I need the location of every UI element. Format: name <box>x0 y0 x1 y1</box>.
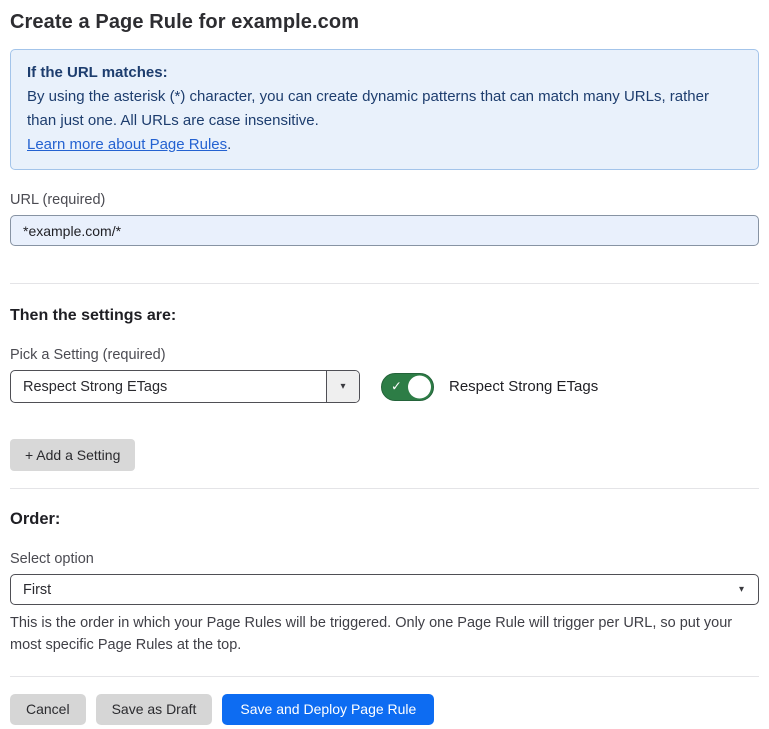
setting-toggle-label: Respect Strong ETags <box>449 378 598 395</box>
info-box-heading: If the URL matches: <box>27 61 742 85</box>
info-box-link-line: Learn more about Page Rules. <box>27 133 742 157</box>
setting-select[interactable]: Respect Strong ETags ▾ <box>10 370 360 403</box>
order-select[interactable]: First ▾ <box>10 574 759 605</box>
url-field-label: URL (required) <box>10 192 759 208</box>
info-box-body: By using the asterisk (*) character, you… <box>27 85 742 133</box>
order-select-label: Select option <box>10 551 759 567</box>
pick-setting-label: Pick a Setting (required) <box>10 347 759 363</box>
settings-section-heading: Then the settings are: <box>10 307 759 325</box>
footer-actions: Cancel Save as Draft Save and Deploy Pag… <box>10 694 759 725</box>
save-deploy-button[interactable]: Save and Deploy Page Rule <box>222 694 434 725</box>
cancel-button[interactable]: Cancel <box>10 694 86 725</box>
setting-select-arrow-button[interactable]: ▾ <box>326 371 359 402</box>
divider <box>10 676 759 677</box>
learn-more-link[interactable]: Learn more about Page Rules <box>27 136 227 153</box>
url-input[interactable] <box>10 215 759 246</box>
setting-select-value: Respect Strong ETags <box>11 371 326 402</box>
chevron-down-icon: ▾ <box>340 382 345 392</box>
divider <box>10 488 759 489</box>
divider <box>10 283 759 284</box>
page-title: Create a Page Rule for example.com <box>10 11 759 34</box>
link-suffix-text: . <box>227 136 231 153</box>
save-draft-button[interactable]: Save as Draft <box>96 694 213 725</box>
url-match-info-box: If the URL matches: By using the asteris… <box>10 49 759 170</box>
toggle-check-icon: ✓ <box>391 378 402 394</box>
toggle-knob <box>408 375 431 398</box>
setting-toggle[interactable]: ✓ <box>381 373 434 401</box>
chevron-down-icon: ▾ <box>739 585 744 595</box>
order-select-value: First <box>23 582 51 598</box>
order-help-text: This is the order in which your Page Rul… <box>10 612 755 657</box>
add-setting-button[interactable]: + Add a Setting <box>10 439 135 471</box>
setting-row: Respect Strong ETags ▾ ✓ Respect Strong … <box>10 370 759 403</box>
order-section-heading: Order: <box>10 510 759 529</box>
page-rule-form: Create a Page Rule for example.com If th… <box>0 11 769 725</box>
